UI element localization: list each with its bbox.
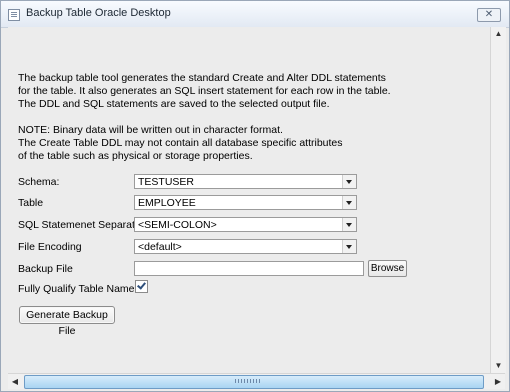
separator-value: <SEMI-COLON> <box>138 219 217 231</box>
description-line: The DDL and SQL statements are saved to … <box>18 98 330 110</box>
separator-label: SQL Statemenet Separator <box>18 219 145 231</box>
table-value: EMPLOYEE <box>138 197 196 209</box>
scroll-left-icon[interactable]: ◀ <box>8 374 22 389</box>
horizontal-scroll-thumb[interactable] <box>24 375 484 389</box>
description-line: NOTE: Binary data will be written out in… <box>18 124 283 136</box>
separator-dropdown[interactable]: <SEMI-COLON> <box>134 217 357 232</box>
encoding-value: <default> <box>138 241 182 253</box>
table-label: Table <box>18 197 44 209</box>
chevron-down-icon[interactable] <box>342 175 356 188</box>
browse-button[interactable]: Browse <box>368 260 407 277</box>
encoding-label: File Encoding <box>18 241 82 253</box>
vertical-scrollbar[interactable]: ▲ ▼ <box>490 27 506 373</box>
description-line: of the table such as physical or storage… <box>18 150 253 162</box>
schema-dropdown[interactable]: TESTUSER <box>134 174 357 189</box>
description-spacer <box>18 111 478 124</box>
content-panel: The backup table tool generates the stan… <box>8 27 490 373</box>
backup-file-label: Backup File <box>18 263 73 275</box>
schema-value: TESTUSER <box>138 176 195 188</box>
qualify-checkbox[interactable] <box>135 280 148 293</box>
description-line: The backup table tool generates the stan… <box>18 72 386 84</box>
document-icon <box>8 9 20 21</box>
scroll-up-icon[interactable]: ▲ <box>491 27 506 41</box>
chevron-down-icon[interactable] <box>342 196 356 209</box>
horizontal-scrollbar[interactable]: ◀ ▶ <box>8 373 505 389</box>
table-dropdown[interactable]: EMPLOYEE <box>134 195 357 210</box>
close-button[interactable]: ✕ <box>477 8 501 22</box>
chevron-down-icon[interactable] <box>342 240 356 253</box>
backup-table-window: Backup Table Oracle Desktop ✕ The backup… <box>0 0 510 392</box>
chevron-down-icon[interactable] <box>342 218 356 231</box>
scroll-down-icon[interactable]: ▼ <box>491 359 506 373</box>
window-title: Backup Table Oracle Desktop <box>26 7 171 19</box>
schema-label: Schema: <box>18 176 60 188</box>
qualify-label: Fully Qualify Table Name <box>18 283 135 295</box>
title-bar: Backup Table Oracle Desktop ✕ <box>1 1 509 28</box>
description-line: The Create Table DDL may not contain all… <box>18 137 343 149</box>
description-text: The backup table tool generates the stan… <box>18 72 478 163</box>
encoding-dropdown[interactable]: <default> <box>134 239 357 254</box>
backup-file-input[interactable] <box>134 261 364 276</box>
scroll-right-icon[interactable]: ▶ <box>491 374 505 389</box>
generate-backup-button[interactable]: Generate Backup File <box>19 306 115 337</box>
description-line: for the table. It also generates an SQL … <box>18 85 391 97</box>
